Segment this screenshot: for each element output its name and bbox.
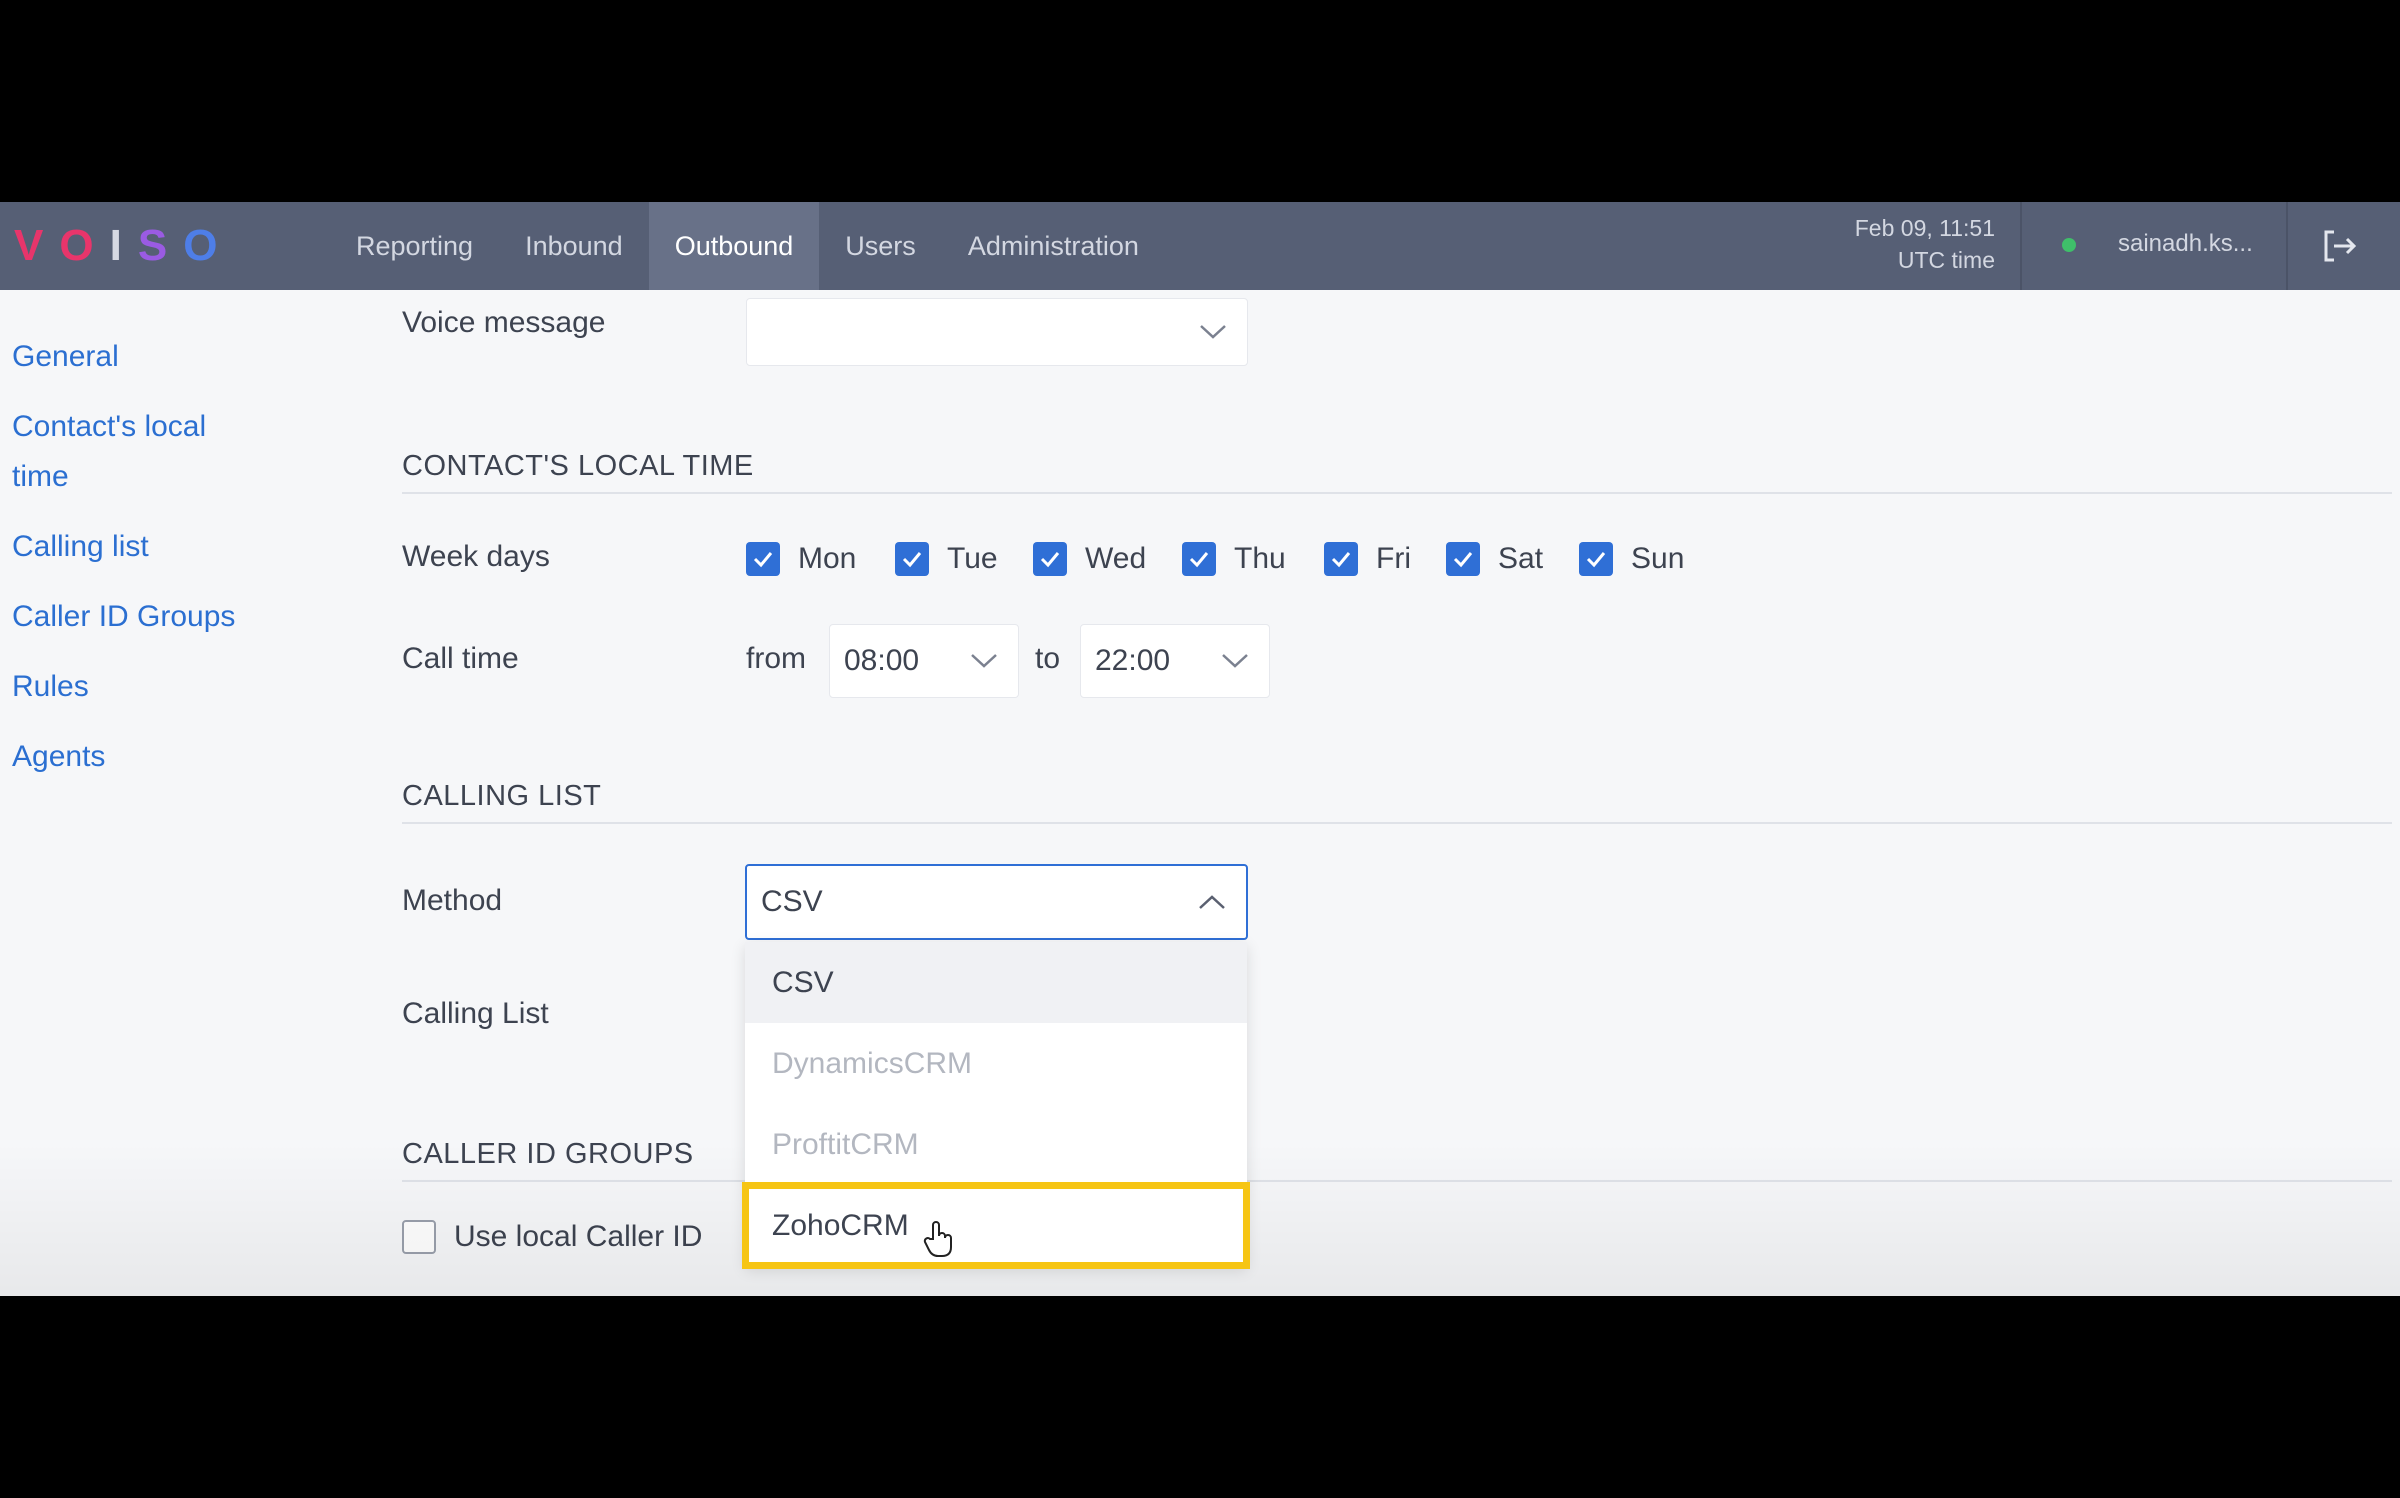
chevron-down-icon [971,654,997,668]
chevron-down-icon [1200,325,1226,339]
sidebar-item-caller-id-groups[interactable]: Caller ID Groups [12,592,235,642]
checkbox-label: Use local Caller ID [454,1220,703,1253]
checkbox-wed[interactable]: Wed [1033,542,1146,576]
checkmark-icon [1182,542,1216,576]
checkbox-mon[interactable]: Mon [746,542,856,576]
checkbox-label: Fri [1376,542,1411,575]
divider [2286,202,2288,290]
method-select[interactable]: CSV [745,864,1248,940]
checkbox-label: Thu [1234,542,1286,575]
section-title-calling-list: CALLING LIST [402,780,602,812]
logo-letter-3: I [109,221,122,270]
call-time-from-value: 08:00 [844,644,920,677]
sidebar-item-rules[interactable]: Rules [12,662,89,712]
sidebar-item-agents[interactable]: Agents [12,732,105,782]
checkbox-tue[interactable]: Tue [895,542,998,576]
sidebar-item-general[interactable]: General [12,332,119,382]
option-proftitcrm[interactable]: ProftitCRM [745,1104,1247,1185]
nav-inbound[interactable]: Inbound [499,202,649,290]
section-divider [402,1180,2392,1182]
divider [2020,202,2022,290]
voiso-logo[interactable]: V O I S O [14,220,217,272]
to-label: to [1035,642,1061,675]
checkmark-icon [1324,542,1358,576]
chevron-down-icon [1222,654,1248,668]
nav-administration[interactable]: Administration [942,202,1165,290]
top-nav-bar: V O I S O Reporting Inbound Outbound Use… [0,202,2400,290]
checkbox-box [402,1220,436,1254]
main-nav: Reporting Inbound Outbound Users Adminis… [330,202,1165,290]
logo-letter-2: O [59,221,94,270]
logo-letter-5: O [183,221,218,270]
checkbox-sat[interactable]: Sat [1446,542,1543,576]
clock-timezone: UTC time [1897,247,1995,273]
option-csv[interactable]: CSV [745,942,1247,1023]
clock-date: Feb 09, 11:51 [1854,215,1995,241]
voice-message-select[interactable] [746,298,1248,366]
checkbox-label: Sun [1631,542,1685,575]
section-title-local-time: CONTACT'S LOCAL TIME [402,450,754,482]
use-local-caller-id-checkbox[interactable]: Use local Caller ID [402,1220,702,1254]
chevron-up-icon [1199,895,1225,909]
app-window: V O I S O Reporting Inbound Outbound Use… [0,202,2400,1296]
hand-cursor-icon [923,1221,952,1257]
checkmark-icon [895,542,929,576]
calling-list-label: Calling List [402,997,549,1030]
call-time-to-select[interactable]: 22:00 [1080,624,1270,698]
option-dynamicscrm[interactable]: DynamicsCRM [745,1023,1247,1104]
nav-reporting[interactable]: Reporting [330,202,499,290]
checkbox-label: Tue [947,542,998,575]
clock: Feb 09, 11:51 UTC time [1855,212,1995,276]
checkbox-fri[interactable]: Fri [1324,542,1411,576]
sidebar-item-calling-list[interactable]: Calling list [12,522,149,572]
call-time-label: Call time [402,642,519,675]
checkmark-icon [1446,542,1480,576]
checkmark-icon [1579,542,1613,576]
checkbox-thu[interactable]: Thu [1182,542,1286,576]
nav-users[interactable]: Users [819,202,942,290]
section-divider [402,492,2392,494]
section-title-caller-id-groups: CALLER ID GROUPS [402,1138,694,1170]
logo-letter-4: S [137,221,168,270]
sidebar-item-contacts-local-time[interactable]: Contact's local time [12,402,252,502]
call-time-from-select[interactable]: 08:00 [829,624,1019,698]
option-zohocrm-label: ZohoCRM [772,1209,909,1242]
section-divider [402,822,2392,824]
option-zohocrm[interactable]: ZohoCRM [742,1182,1250,1269]
checkmark-icon [1033,542,1067,576]
checkmark-icon [746,542,780,576]
from-label: from [746,642,806,675]
user-menu[interactable]: sainadh.ks... [2118,230,2253,258]
checkbox-label: Mon [798,542,857,575]
logout-icon[interactable] [2318,224,2362,268]
call-time-to-value: 22:00 [1095,644,1171,677]
logo-letter-1: V [14,221,44,270]
method-value: CSV [761,885,823,918]
voice-message-label: Voice message [402,306,606,339]
checkbox-sun[interactable]: Sun [1579,542,1684,576]
nav-outbound[interactable]: Outbound [648,202,820,290]
week-days-label: Week days [402,540,550,573]
online-status-icon [2062,238,2076,252]
checkbox-label: Wed [1085,542,1147,575]
checkbox-label: Sat [1498,542,1544,575]
method-label: Method [402,884,503,917]
method-dropdown-list: CSV DynamicsCRM ProftitCRM ZohoCRM [742,942,1250,1269]
